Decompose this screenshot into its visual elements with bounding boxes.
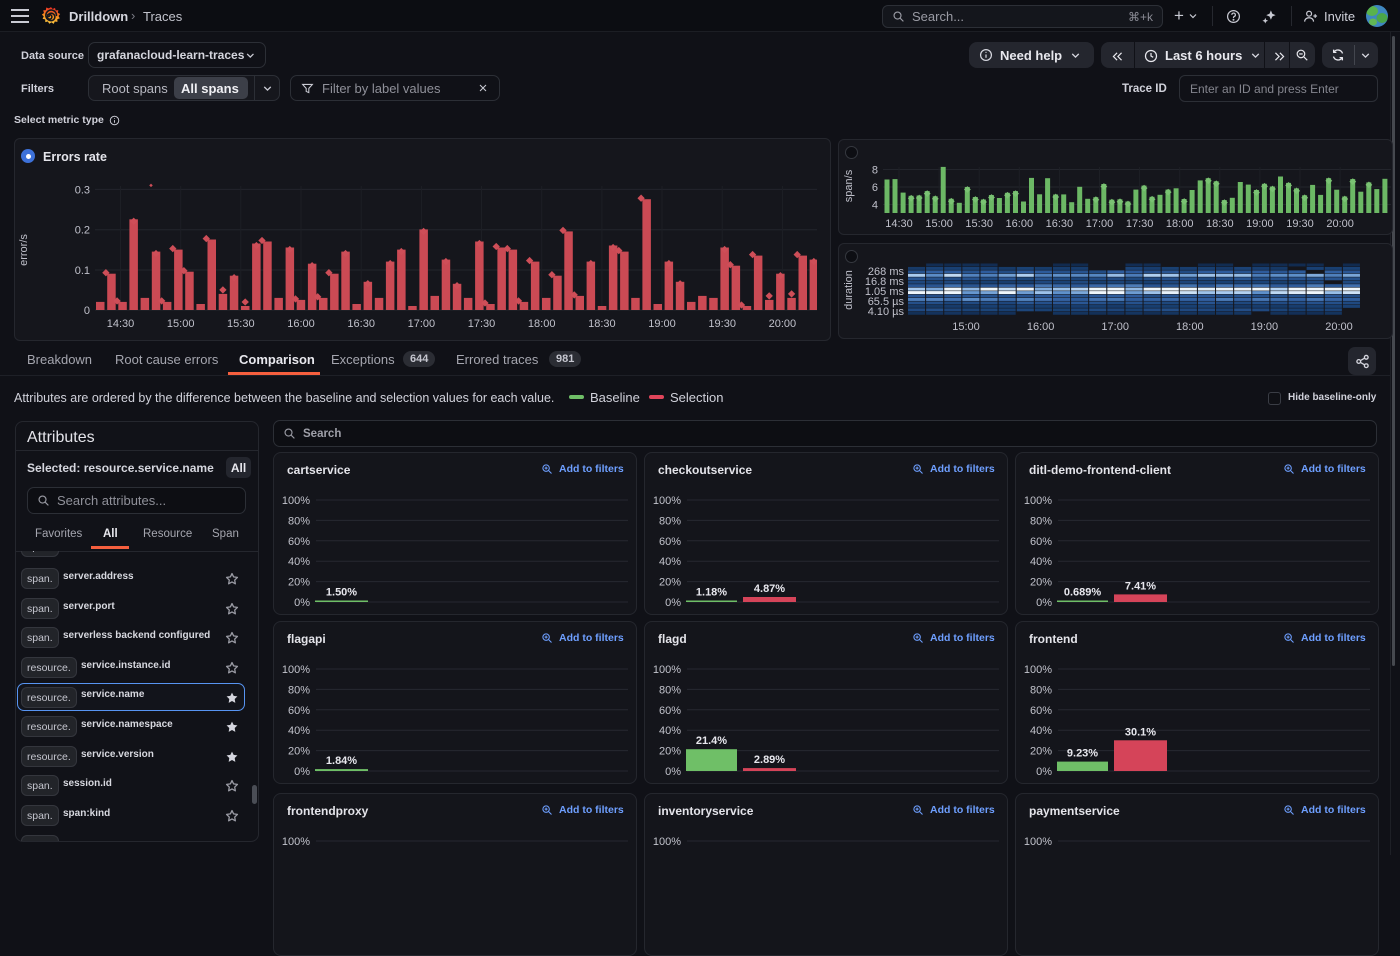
svg-text:100%: 100% xyxy=(282,836,310,848)
svg-text:60%: 60% xyxy=(288,705,310,717)
svg-text:0%: 0% xyxy=(1036,597,1052,609)
svg-text:100%: 100% xyxy=(1024,495,1052,507)
svg-text:14:30: 14:30 xyxy=(885,218,913,230)
svg-text:4.87%: 4.87% xyxy=(754,583,785,595)
svg-text:span/s: span/s xyxy=(843,169,855,202)
svg-text:15:00: 15:00 xyxy=(167,318,195,330)
svg-text:40%: 40% xyxy=(288,556,310,568)
svg-text:14:30: 14:30 xyxy=(107,318,135,330)
svg-text:18:00: 18:00 xyxy=(528,318,556,330)
svg-text:60%: 60% xyxy=(659,536,681,548)
svg-text:80%: 80% xyxy=(288,515,310,527)
svg-text:100%: 100% xyxy=(1024,836,1052,848)
svg-text:1.50%: 1.50% xyxy=(326,587,357,599)
svg-text:60%: 60% xyxy=(288,536,310,548)
svg-text:18:00: 18:00 xyxy=(1166,218,1194,230)
svg-text:9.23%: 9.23% xyxy=(1067,748,1098,760)
svg-text:80%: 80% xyxy=(1030,684,1052,696)
svg-text:0.3: 0.3 xyxy=(75,184,90,196)
svg-text:100%: 100% xyxy=(282,495,310,507)
svg-text:15:00: 15:00 xyxy=(925,218,953,230)
svg-text:20%: 20% xyxy=(288,746,310,758)
svg-text:19:30: 19:30 xyxy=(1286,218,1314,230)
svg-text:17:00: 17:00 xyxy=(408,318,436,330)
svg-text:0.1: 0.1 xyxy=(75,265,90,277)
svg-text:8: 8 xyxy=(872,165,878,177)
svg-text:16:00: 16:00 xyxy=(287,318,315,330)
svg-text:4: 4 xyxy=(872,200,878,212)
svg-text:80%: 80% xyxy=(288,684,310,696)
svg-text:0%: 0% xyxy=(294,597,310,609)
svg-text:40%: 40% xyxy=(659,725,681,737)
svg-text:16:30: 16:30 xyxy=(1046,218,1074,230)
svg-text:60%: 60% xyxy=(1030,536,1052,548)
svg-text:15:30: 15:30 xyxy=(227,318,255,330)
svg-text:20:00: 20:00 xyxy=(1326,218,1354,230)
svg-text:40%: 40% xyxy=(1030,556,1052,568)
svg-text:20:00: 20:00 xyxy=(769,318,797,330)
svg-text:16:00: 16:00 xyxy=(1006,218,1034,230)
svg-text:18:00: 18:00 xyxy=(1176,321,1204,333)
svg-text:19:30: 19:30 xyxy=(708,318,736,330)
svg-text:15:00: 15:00 xyxy=(952,321,980,333)
svg-text:100%: 100% xyxy=(653,836,681,848)
svg-text:20:00: 20:00 xyxy=(1325,321,1353,333)
svg-text:20%: 20% xyxy=(288,577,310,589)
svg-text:18:30: 18:30 xyxy=(1206,218,1234,230)
svg-text:80%: 80% xyxy=(1030,515,1052,527)
svg-text:1.18%: 1.18% xyxy=(696,587,727,599)
svg-text:17:00: 17:00 xyxy=(1101,321,1129,333)
svg-text:100%: 100% xyxy=(282,664,310,676)
svg-text:19:00: 19:00 xyxy=(648,318,676,330)
svg-text:80%: 80% xyxy=(659,515,681,527)
svg-text:duration: duration xyxy=(843,270,855,310)
svg-text:60%: 60% xyxy=(1030,705,1052,717)
svg-text:0.2: 0.2 xyxy=(75,225,90,237)
svg-text:17:30: 17:30 xyxy=(468,318,496,330)
svg-text:20%: 20% xyxy=(1030,746,1052,758)
svg-text:17:30: 17:30 xyxy=(1126,218,1154,230)
svg-text:15:30: 15:30 xyxy=(965,218,993,230)
svg-text:19:00: 19:00 xyxy=(1251,321,1279,333)
svg-text:40%: 40% xyxy=(1030,725,1052,737)
svg-text:80%: 80% xyxy=(659,684,681,696)
svg-text:4.10 µs: 4.10 µs xyxy=(868,306,905,318)
svg-text:7.41%: 7.41% xyxy=(1125,580,1156,592)
svg-text:100%: 100% xyxy=(653,664,681,676)
svg-text:20%: 20% xyxy=(659,746,681,758)
svg-text:0%: 0% xyxy=(665,766,681,778)
svg-text:19:00: 19:00 xyxy=(1246,218,1274,230)
svg-text:21.4%: 21.4% xyxy=(696,735,727,747)
svg-text:0%: 0% xyxy=(1036,766,1052,778)
svg-text:0%: 0% xyxy=(665,597,681,609)
svg-text:100%: 100% xyxy=(1024,664,1052,676)
svg-text:0%: 0% xyxy=(294,766,310,778)
svg-text:1.84%: 1.84% xyxy=(326,755,357,767)
svg-text:16:00: 16:00 xyxy=(1027,321,1055,333)
svg-text:0: 0 xyxy=(84,305,90,317)
svg-text:20%: 20% xyxy=(1030,577,1052,589)
svg-text:2.89%: 2.89% xyxy=(754,754,785,766)
svg-text:17:00: 17:00 xyxy=(1086,218,1114,230)
svg-text:6: 6 xyxy=(872,182,878,194)
svg-text:40%: 40% xyxy=(288,725,310,737)
svg-text:error/s: error/s xyxy=(18,234,30,266)
svg-text:20%: 20% xyxy=(659,577,681,589)
svg-text:100%: 100% xyxy=(653,495,681,507)
svg-text:60%: 60% xyxy=(659,705,681,717)
svg-text:40%: 40% xyxy=(659,556,681,568)
svg-text:16:30: 16:30 xyxy=(347,318,375,330)
svg-text:0.689%: 0.689% xyxy=(1064,587,1102,599)
svg-text:30.1%: 30.1% xyxy=(1125,726,1156,738)
svg-text:18:30: 18:30 xyxy=(588,318,616,330)
